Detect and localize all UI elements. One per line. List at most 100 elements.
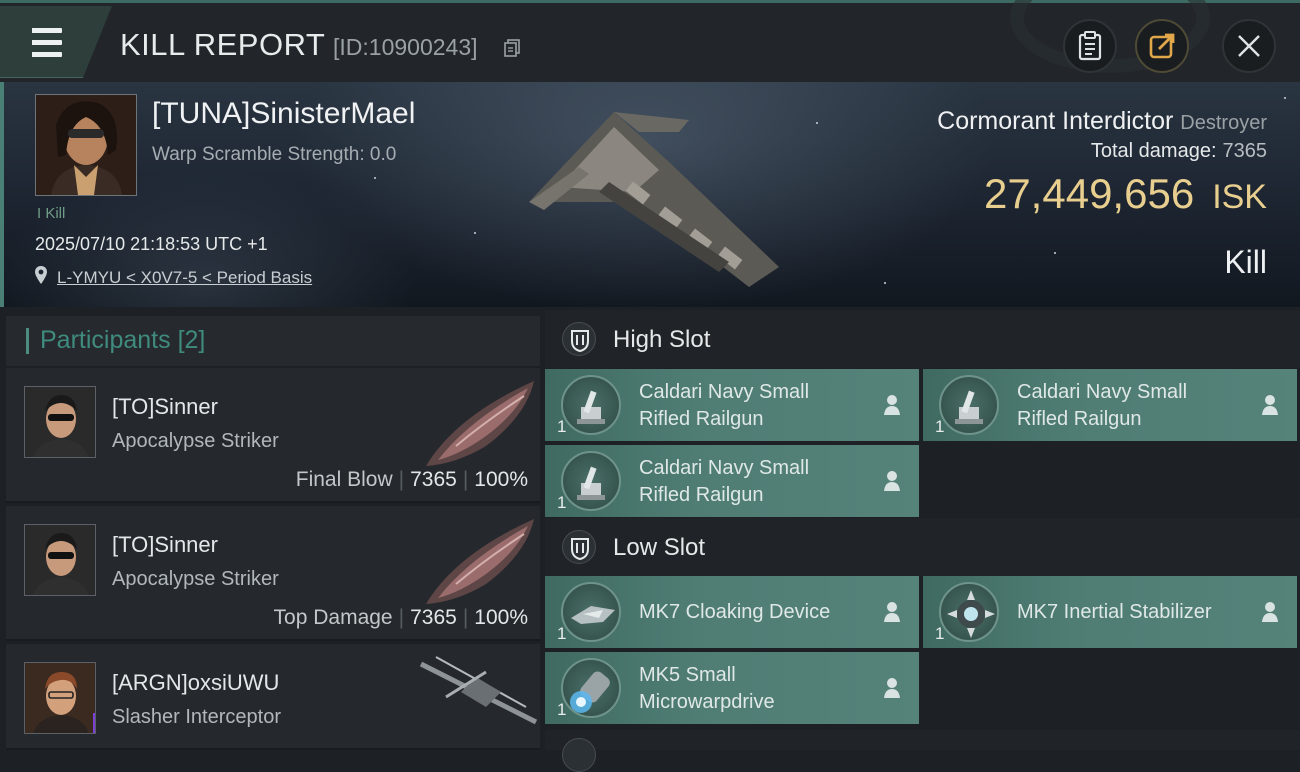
module-item[interactable]: 1 Caldari Navy Small Rifled Railgun xyxy=(923,369,1297,441)
participant-ship-image xyxy=(426,381,534,466)
participant-portrait[interactable]: i xyxy=(24,662,96,734)
high-slot-icon xyxy=(562,322,596,356)
module-quantity: 1 xyxy=(935,624,945,643)
user-icon[interactable] xyxy=(883,601,901,623)
participant-row[interactable]: [TO]Sinner Apocalypse Striker Top Damage… xyxy=(6,506,540,641)
module-quantity: 1 xyxy=(557,417,567,436)
participant-damage: 7365 xyxy=(410,606,457,629)
low-slot-header: Low Slot xyxy=(545,518,1300,576)
avatar xyxy=(25,525,95,595)
share-icon xyxy=(1149,33,1175,59)
warp-scramble-strength: Warp Scramble Strength: 0.0 xyxy=(152,144,397,165)
victim-name[interactable]: [TUNA]SinisterMael xyxy=(152,97,415,131)
participant-portrait[interactable] xyxy=(24,524,96,596)
participant-stats: Top Damage | 7365 | 100% xyxy=(273,606,528,629)
railgun-icon xyxy=(561,451,621,511)
report-id: [ID:10900243] xyxy=(333,34,478,60)
participant-name[interactable]: [TO]Sinner xyxy=(112,394,218,420)
module-name: MK7 Cloaking Device xyxy=(639,601,831,623)
module-name: MK7 Inertial Stabilizer xyxy=(1017,601,1212,623)
user-icon[interactable] xyxy=(1261,601,1279,623)
total-damage-value: 7365 xyxy=(1222,140,1268,162)
total-damage-label: Total damage: xyxy=(1090,140,1217,162)
participant-badge: i xyxy=(93,713,95,733)
kill-tag: I Kill xyxy=(37,205,66,222)
participant-ship: Apocalypse Striker xyxy=(112,430,279,452)
participants-count: [2] xyxy=(177,326,206,354)
isk-amount: 27,449,656 xyxy=(983,170,1195,217)
module-item[interactable]: 1 Caldari Navy Small Rifled Railgun xyxy=(545,445,919,517)
participant-ship: Slasher Interceptor xyxy=(112,706,281,728)
cloaking-device-icon xyxy=(561,582,621,642)
menu-button[interactable] xyxy=(0,6,112,78)
kill-datetime: 2025/07/10 21:18:53 UTC +1 xyxy=(35,234,268,254)
high-slot-header: High Slot xyxy=(545,310,1300,368)
module-item[interactable]: 1 MK7 Inertial Stabilizer xyxy=(923,576,1297,648)
participant-name[interactable]: [TO]Sinner xyxy=(112,532,218,558)
low-slot-label: Low Slot xyxy=(613,534,706,561)
high-slot-label: High Slot xyxy=(613,326,711,353)
module-name: Caldari Navy Small Rifled Railgun xyxy=(639,457,810,506)
participant-ship-image xyxy=(426,519,534,604)
result-label: Kill xyxy=(1224,244,1267,280)
participant-stats: Final Blow | 7365 | 100% xyxy=(295,468,528,491)
participants-panel: Participants [2] [TO]Sinner Apocalypse S… xyxy=(6,316,540,750)
victim-ship-image xyxy=(529,112,779,287)
participant-portrait[interactable] xyxy=(24,386,96,458)
module-quantity: 1 xyxy=(557,624,567,643)
kill-location-link[interactable]: L-YMYU < X0V7-5 < Period Basis xyxy=(57,268,312,288)
participant-damage: 7365 xyxy=(410,468,457,491)
module-item[interactable]: 1 Caldari Navy Small Rifled Railgun xyxy=(545,369,919,441)
avatar xyxy=(25,663,95,733)
clipboard-icon xyxy=(1078,31,1102,61)
participants-label: Participants xyxy=(40,326,171,354)
user-icon[interactable] xyxy=(883,470,901,492)
module-quantity: 1 xyxy=(557,700,567,719)
module-item[interactable]: 1 MK7 Cloaking Device xyxy=(545,576,919,648)
participants-header: Participants [2] xyxy=(6,316,540,366)
participant-percent: 100% xyxy=(474,468,528,491)
module-name: Caldari Navy Small Rifled Railgun xyxy=(639,381,810,430)
clipboard-button[interactable] xyxy=(1063,19,1117,73)
victim-banner: [TUNA]SinisterMael Warp Scramble Strengt… xyxy=(0,82,1300,307)
participant-ship: Apocalypse Striker xyxy=(112,568,279,590)
mid-slot-icon xyxy=(562,738,596,772)
copy-icon[interactable] xyxy=(504,39,520,57)
header-bar: KILL REPORT [ID:10900243] xyxy=(0,0,1300,82)
low-slot-icon xyxy=(562,530,596,564)
participant-percent: 100% xyxy=(474,606,528,629)
total-damage: Total damage: 7365 xyxy=(1091,140,1267,163)
close-button[interactable] xyxy=(1222,19,1276,73)
module-name: Caldari Navy Small Rifled Railgun xyxy=(1017,381,1188,430)
participant-role: Final Blow xyxy=(295,468,393,491)
participant-ship-image xyxy=(419,656,538,725)
participant-row[interactable]: i [ARGN]oxsiUWU Slasher Interceptor xyxy=(6,644,540,750)
railgun-icon xyxy=(561,375,621,435)
fitting-panel: High Slot 1 Caldari Navy Small Rifled Rai… xyxy=(545,310,1300,772)
victim-portrait[interactable] xyxy=(35,94,137,196)
page-title: KILL REPORT xyxy=(120,27,326,62)
module-item[interactable]: 1 MK5 Small Microwarpdrive xyxy=(545,652,919,724)
participant-role: Top Damage xyxy=(273,606,393,629)
module-quantity: 1 xyxy=(557,493,567,512)
isk-value: 27,449,656 ISK xyxy=(984,170,1267,218)
isk-unit: ISK xyxy=(1212,178,1267,216)
participant-row[interactable]: [TO]Sinner Apocalypse Striker Final Blow… xyxy=(6,368,540,503)
avatar xyxy=(36,95,136,195)
victim-ship: Cormorant Interdictor Destroyer xyxy=(937,107,1267,136)
participant-name[interactable]: [ARGN]oxsiUWU xyxy=(112,670,279,696)
module-quantity: 1 xyxy=(935,417,945,436)
victim-ship-class: Destroyer xyxy=(1180,112,1267,134)
avatar xyxy=(25,387,95,457)
user-icon[interactable] xyxy=(1261,394,1279,416)
railgun-icon xyxy=(939,375,999,435)
inertial-stabilizer-icon xyxy=(939,582,999,642)
location-pin-icon xyxy=(35,266,47,284)
user-icon[interactable] xyxy=(883,394,901,416)
microwarpdrive-icon xyxy=(561,658,621,718)
module-name: MK5 Small Microwarpdrive xyxy=(639,664,775,713)
mid-slot-header-partial xyxy=(545,730,1300,772)
victim-ship-name[interactable]: Cormorant Interdictor xyxy=(937,107,1173,135)
share-button[interactable] xyxy=(1135,19,1189,73)
user-icon[interactable] xyxy=(883,677,901,699)
